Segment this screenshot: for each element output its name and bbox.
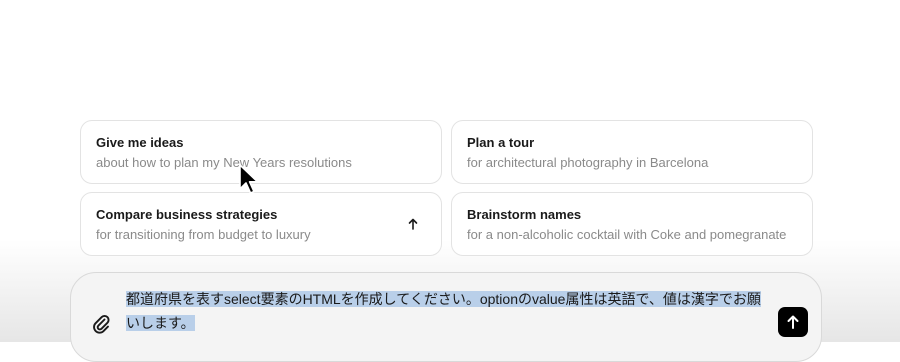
send-button[interactable] — [778, 307, 808, 337]
paperclip-icon[interactable] — [91, 313, 111, 335]
suggestion-subtitle: about how to plan my New Years resolutio… — [96, 155, 352, 170]
suggestion-card-plan-a-tour[interactable]: Plan a tour for architectural photograph… — [451, 120, 813, 184]
arrow-up-icon — [787, 315, 799, 329]
suggestion-card-compare-business-strategies[interactable]: Compare business strategies for transiti… — [80, 192, 442, 256]
suggestion-title: Brainstorm names — [467, 207, 582, 222]
suggestion-subtitle: for architectural photography in Barcelo… — [467, 155, 709, 170]
suggestion-subtitle: for transitioning from budget to luxury — [96, 227, 311, 242]
selected-prompt-text: 都道府県を表すselect要素のHTMLを作成してください。optionのval… — [126, 291, 761, 331]
arrow-up-icon[interactable] — [407, 217, 419, 231]
suggestion-title: Give me ideas — [96, 135, 184, 150]
suggestion-title: Compare business strategies — [96, 207, 278, 222]
message-composer[interactable]: 都道府県を表すselect要素のHTMLを作成してください。optionのval… — [70, 272, 822, 362]
suggestion-card-brainstorm-names[interactable]: Brainstorm names for a non-alcoholic coc… — [451, 192, 813, 256]
message-input[interactable]: 都道府県を表すselect要素のHTMLを作成してください。optionのval… — [126, 287, 766, 335]
suggestion-title: Plan a tour — [467, 135, 535, 150]
suggestion-subtitle: for a non-alcoholic cocktail with Coke a… — [467, 227, 787, 242]
suggestion-card-give-me-ideas[interactable]: Give me ideas about how to plan my New Y… — [80, 120, 442, 184]
